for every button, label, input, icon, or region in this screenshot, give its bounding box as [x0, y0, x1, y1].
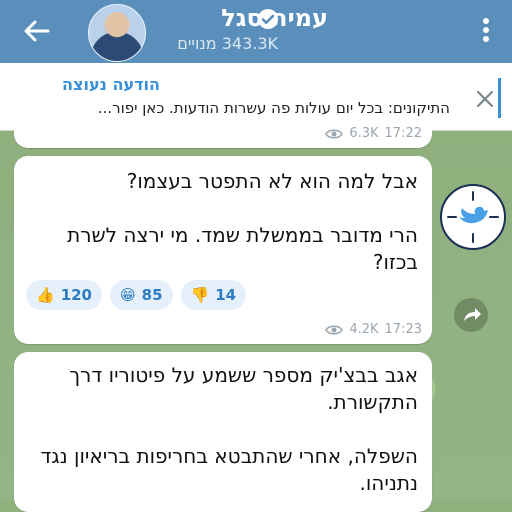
reaction-grin[interactable]: 😁 85: [110, 280, 173, 310]
reactions-row: 👍 120 😁 85 👎 14: [26, 280, 247, 310]
back-arrow-icon[interactable]: [22, 16, 52, 46]
message-text: אבל למה הוא לא התפטר בעצמו? הרי מדובר במ…: [67, 169, 418, 274]
share-button[interactable]: [454, 298, 488, 332]
reaction-count: 14: [215, 286, 237, 304]
pinned-text: התיקונים: בכל יום עולות פה עשרות הודעות.…: [97, 99, 450, 117]
reaction-thumbs-down[interactable]: 👎 14: [180, 280, 247, 310]
thumbs-down-icon: 👎: [190, 286, 210, 304]
channel-avatar[interactable]: [88, 4, 146, 62]
view-count: 6.3K: [349, 126, 379, 141]
bird-logo-icon[interactable]: [440, 184, 506, 250]
message-bubble[interactable]: אבל למה הוא לא התפטר בעצמו? הרי מדובר במ…: [14, 156, 432, 344]
channel-name[interactable]: עמית סגל: [158, 4, 328, 32]
reaction-thumbs-up[interactable]: 👍 120: [26, 280, 102, 310]
pinned-indicator: [498, 78, 501, 118]
verified-icon: [258, 9, 278, 29]
close-icon[interactable]: [474, 88, 496, 110]
thumbs-up-icon: 👍: [36, 286, 55, 304]
reaction-count: 85: [141, 286, 163, 304]
eye-icon: [325, 129, 344, 138]
view-count: 4.2K: [349, 322, 379, 337]
more-vertical-icon[interactable]: [478, 14, 494, 46]
message-time: 17:22: [384, 126, 422, 141]
message-meta: 4.2K 17:23: [325, 322, 422, 337]
message-time: 17:23: [384, 322, 422, 337]
grin-icon: 😁: [120, 286, 136, 304]
pinned-title: הודעה נעוצה: [62, 75, 160, 94]
subscriber-count: 343.3K מנויים: [177, 34, 278, 53]
reaction-count: 120: [60, 286, 92, 304]
eye-icon: [325, 325, 344, 334]
message-bubble[interactable]: אגב בבצ'יק מספר ששמע על פיטוריו דרך התקש…: [14, 352, 432, 512]
top-bar: עמית סגל 343.3K מנויים: [0, 0, 512, 63]
message-bubble[interactable]: 6.3K 17:22: [14, 118, 432, 148]
share-arrow-icon: [464, 308, 481, 321]
message-text: אגב בבצ'יק מספר ששמע על פיטוריו דרך התקש…: [40, 363, 419, 495]
message-meta: 6.3K 17:22: [325, 126, 422, 141]
